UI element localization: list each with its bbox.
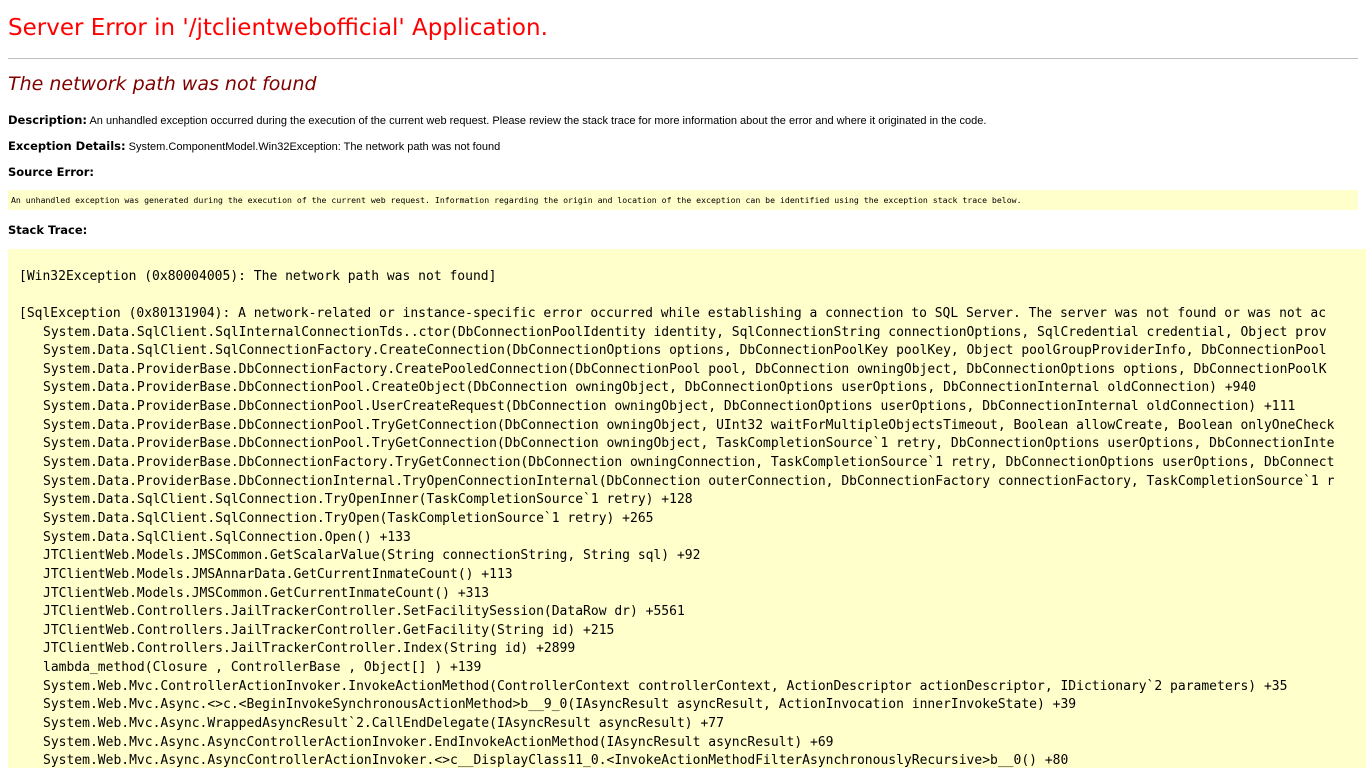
- error-page: Server Error in '/jtclientwebofficial' A…: [0, 0, 1366, 768]
- sql-exception-line: [SqlException (0x80131904): A network-re…: [19, 305, 1327, 321]
- stack-frame: JTClientWeb.Models.JMSAnnarData.GetCurre…: [43, 566, 513, 582]
- stack-frame: System.Data.ProviderBase.DbConnectionPoo…: [43, 436, 1335, 452]
- stack-frame: System.Data.ProviderBase.DbConnectionPoo…: [43, 417, 1335, 433]
- stack-trace-heading: Stack Trace:: [8, 223, 87, 237]
- page-title: Server Error in '/jtclientwebofficial' A…: [8, 15, 548, 41]
- stack-frame: System.Web.Mvc.Async.AsyncControllerActi…: [43, 753, 1069, 768]
- source-error-label: Source Error:: [8, 165, 95, 179]
- win32-exception-line: [Win32Exception (0x80004005): The networ…: [19, 268, 497, 284]
- stack-trace-text: [Win32Exception (0x80004005): The networ…: [19, 249, 1334, 768]
- stack-frame: JTClientWeb.Controllers.JailTrackerContr…: [43, 604, 685, 620]
- stack-trace-label: Stack Trace:: [8, 223, 88, 237]
- stack-frame: System.Data.ProviderBase.DbConnectionPoo…: [43, 380, 1257, 396]
- description-text: An unhandled exception occurred during t…: [89, 115, 987, 127]
- stack-frame: JTClientWeb.Controllers.JailTrackerContr…: [43, 622, 615, 638]
- stack-frame: lambda_method(Closure , ControllerBase ,…: [43, 660, 482, 676]
- stack-frame: System.Data.SqlClient.SqlConnection.Open…: [43, 529, 411, 545]
- stack-frame: JTClientWeb.Models.JMSCommon.GetScalarVa…: [43, 548, 701, 564]
- stack-frame: System.Web.Mvc.Async.<>c.<BeginInvokeSyn…: [43, 697, 1077, 713]
- exception-details-text: System.ComponentModel.Win32Exception: Th…: [128, 141, 501, 153]
- stack-frame: System.Data.ProviderBase.DbConnectionInt…: [43, 473, 1335, 489]
- source-error-text: An unhandled exception was generated dur…: [11, 195, 1022, 205]
- description-label: Description:: [8, 113, 87, 127]
- stack-frame: System.Data.ProviderBase.DbConnectionPoo…: [43, 399, 1296, 415]
- exception-details-line: Exception Details: System.ComponentModel…: [8, 139, 500, 153]
- description-line: Description: An unhandled exception occu…: [8, 113, 986, 127]
- stack-frame: System.Data.SqlClient.SqlConnection.TryO…: [43, 492, 693, 508]
- exception-details-label: Exception Details:: [8, 139, 126, 153]
- stack-frame: System.Web.Mvc.Async.AsyncControllerActi…: [43, 734, 834, 750]
- stack-frame: System.Data.SqlClient.SqlConnectionFacto…: [43, 343, 1327, 359]
- stack-frame: System.Data.SqlClient.SqlConnection.TryO…: [43, 510, 654, 526]
- error-message-heading: The network path was not found: [8, 73, 317, 95]
- stack-frame: JTClientWeb.Controllers.JailTrackerContr…: [43, 641, 576, 657]
- stack-frame: System.Web.Mvc.ControllerActionInvoker.I…: [43, 678, 1288, 694]
- stack-frame: System.Web.Mvc.Async.WrappedAsyncResult`…: [43, 716, 724, 732]
- stack-frame: System.Data.ProviderBase.DbConnectionFac…: [43, 361, 1327, 377]
- source-error-box: An unhandled exception was generated dur…: [8, 190, 1358, 210]
- stack-frame: JTClientWeb.Models.JMSCommon.GetCurrentI…: [43, 585, 490, 601]
- stack-frame: System.Data.SqlClient.SqlInternalConnect…: [43, 324, 1327, 340]
- title-divider: [8, 58, 1358, 59]
- stack-trace-box: [Win32Exception (0x80004005): The networ…: [8, 249, 1366, 768]
- source-error-heading: Source Error:: [8, 165, 94, 179]
- stack-frame: System.Data.ProviderBase.DbConnectionFac…: [43, 455, 1335, 471]
